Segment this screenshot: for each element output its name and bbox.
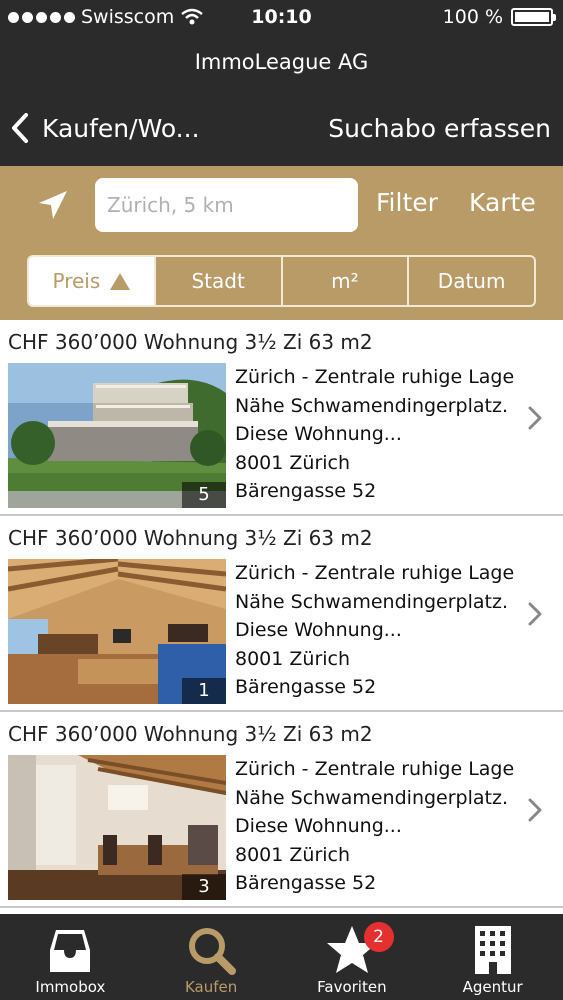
listing-line-1: Zürich - Zentrale ruhige Lage [235,562,515,584]
listing-photo: 1 [8,559,226,704]
sort-city-label: Stadt [191,269,245,293]
sort-city-tab[interactable]: Stadt [153,257,281,305]
tab-immobox[interactable]: Immobox [0,914,141,1000]
tab-immobox-label: Immobox [35,978,106,996]
sort-ascending-icon [110,272,131,290]
chevron-right-icon [528,798,542,822]
location-search-input[interactable] [95,178,358,232]
tab-agentur[interactable]: Agentur [422,914,563,1000]
listing-street: Bärengasse 52 [235,872,377,895]
search-panel: Filter Karte Preis Stadt m² Datum [0,166,563,320]
listing-title: CHF 360’000 Wohnung 3½ Zi 63 m2 [8,330,373,354]
app-title: ImmoLeague AG [194,50,369,74]
listing-zip-city: 8001 Zürich [235,843,351,866]
listing-photo: 5 [8,363,226,508]
photo-count: 3 [182,874,226,900]
sort-segmented-control: Preis Stadt m² Datum [27,255,536,307]
listing-item[interactable]: CHF 360’000 Wohnung 3½ Zi 63 m2 5 Zürich… [0,320,563,516]
listing-list: CHF 360’000 Wohnung 3½ Zi 63 m2 5 Zürich… [0,320,563,914]
tab-kaufen[interactable]: Kaufen [141,914,282,1000]
listing-title: CHF 360’000 Wohnung 3½ Zi 63 m2 [8,722,373,746]
sort-date-label: Datum [437,269,506,293]
search-icon [189,928,237,975]
listing-line-1: Zürich - Zentrale ruhige Lage [235,758,515,780]
tab-favoriten[interactable]: Favoriten 2 [282,914,423,1000]
chevron-left-icon [12,113,28,143]
tab-agentur-label: Agentur [462,978,523,996]
status-bar: Swisscom 10:10 100 % [0,0,563,36]
back-label: Kaufen/Wo... [42,113,200,143]
listing-line-3: Diese Wohnung... [235,423,402,446]
listing-line-2: Nähe Schwamendingerplatz. [235,394,508,417]
sort-price-label: Preis [52,269,101,293]
listing-zip-city: 8001 Zürich [235,451,351,474]
listing-line-3: Diese Wohnung... [235,815,402,838]
listing-description: Zürich - Zentrale ruhige Lage Nähe Schwa… [235,559,525,702]
create-search-alert-button[interactable]: Suchabo erfassen [328,106,551,150]
sort-price-tab[interactable]: Preis [29,257,154,305]
listing-line-2: Nähe Schwamendingerplatz. [235,786,508,809]
sort-date-tab[interactable]: Datum [407,257,534,305]
listing-description: Zürich - Zentrale ruhige Lage Nähe Schwa… [235,755,525,898]
sort-area-tab[interactable]: m² [280,257,408,305]
listing-street: Bärengasse 52 [235,676,377,699]
favorites-count-badge: 2 [363,922,394,952]
listing-line-2: Nähe Schwamendingerplatz. [235,590,508,613]
listing-line-3: Diese Wohnung... [235,619,402,642]
photo-count: 5 [182,482,226,508]
location-arrow-icon[interactable] [36,188,70,222]
filter-button[interactable]: Filter [376,188,438,217]
battery-icon [511,8,556,26]
map-button[interactable]: Karte [469,188,536,217]
battery-group: 100 % [442,6,556,28]
chevron-right-icon [528,602,542,626]
listing-line-1: Zürich - Zentrale ruhige Lage [235,366,515,388]
tab-favoriten-label: Favoriten [317,978,387,996]
building-icon [474,926,511,974]
listing-title: CHF 360’000 Wohnung 3½ Zi 63 m2 [8,526,373,550]
back-button[interactable]: Kaufen/Wo... [10,106,200,150]
inbox-icon [50,930,91,972]
tab-kaufen-label: Kaufen [184,978,238,996]
chevron-right-icon [528,406,542,430]
listing-description: Zürich - Zentrale ruhige Lage Nähe Schwa… [235,363,525,506]
listing-zip-city: 8001 Zürich [235,647,351,670]
tab-bar: Immobox Kaufen Favoriten 2 Agentur [0,914,563,1000]
listing-street: Bärengasse 52 [235,480,377,503]
listing-item[interactable]: CHF 360’000 Wohnung 3½ Zi 63 m2 1 Zürich… [0,516,563,712]
photo-count: 1 [182,678,226,704]
listing-photo: 3 [8,755,226,900]
battery-percent: 100 % [442,6,503,28]
sort-area-label: m² [331,269,359,293]
listing-item[interactable]: CHF 360’000 Wohnung 3½ Zi 63 m2 3 Zürich… [0,712,563,908]
